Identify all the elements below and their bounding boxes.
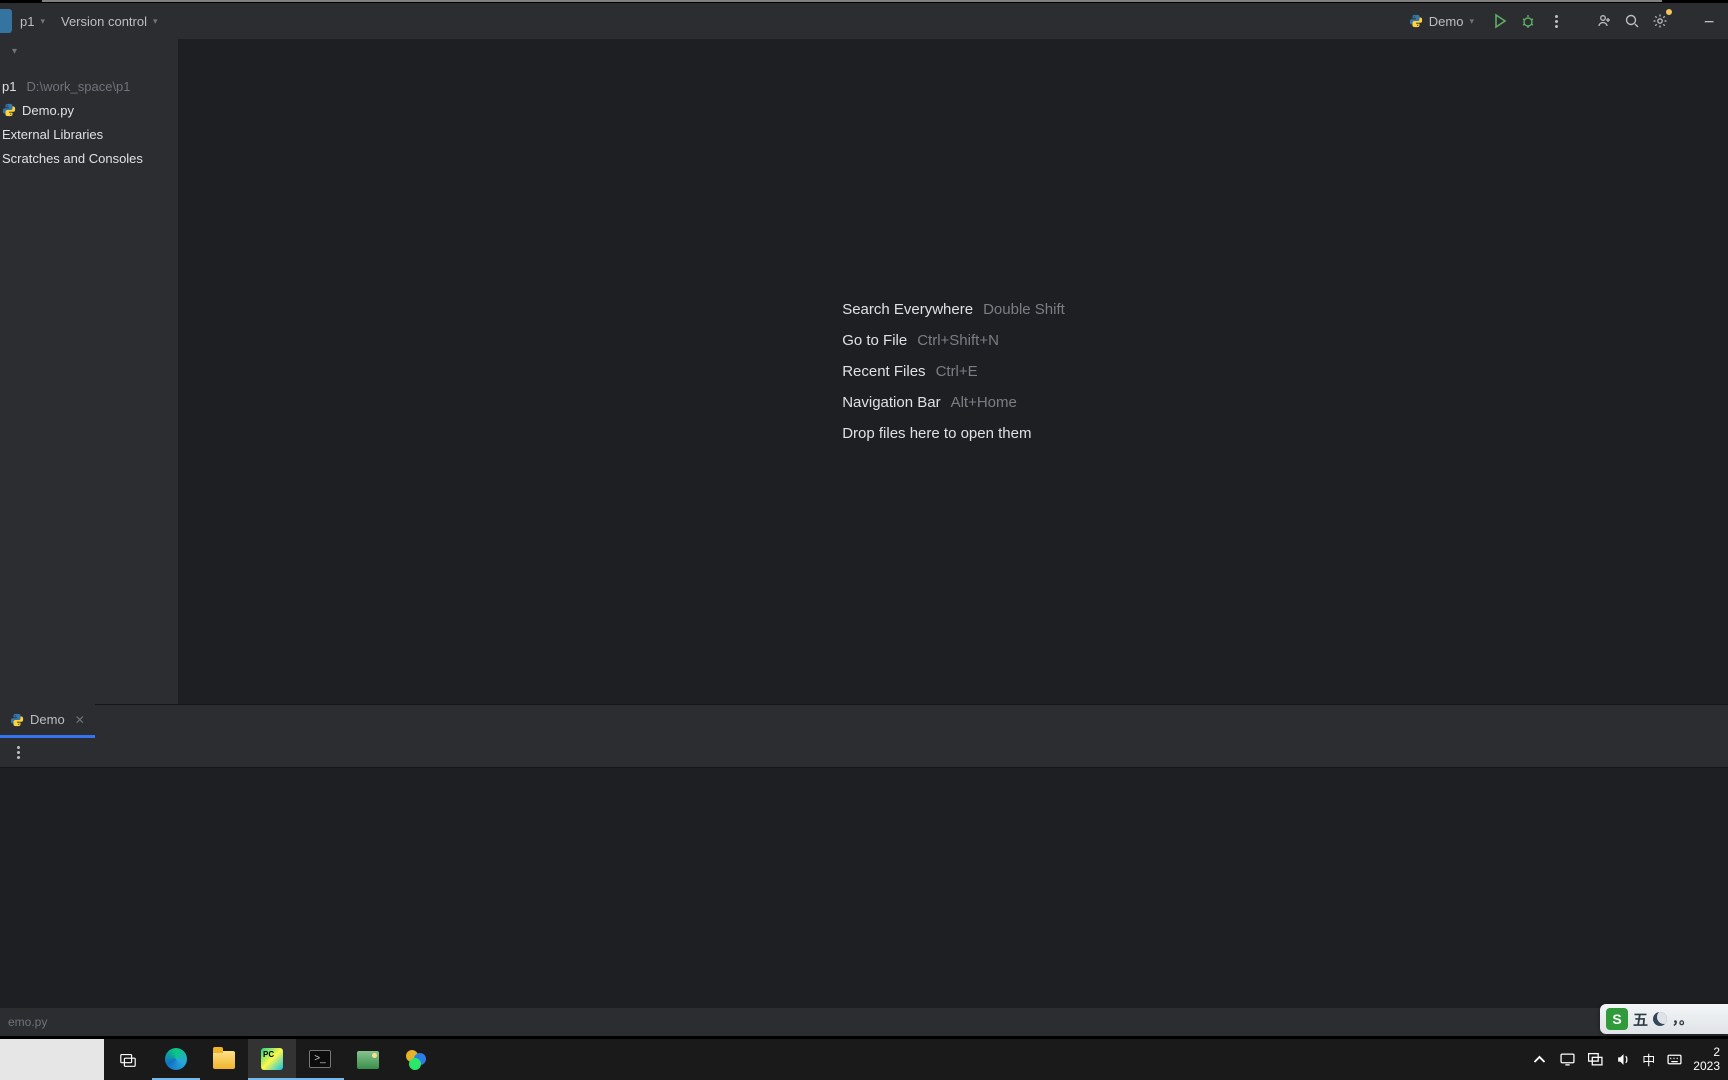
task-view-button[interactable] [104,1039,152,1080]
tree-row-file[interactable]: Demo.py [0,98,178,122]
hint-recent-files: Recent Files Ctrl+E [842,363,1065,380]
run-tab-label: Demo [30,712,65,727]
run-output-area[interactable] [0,768,1728,1008]
run-toolwindow-toolbar [0,738,1728,768]
terminal-icon: >_ [309,1050,331,1068]
vcs-menu-label: Version control [61,14,147,29]
taskbar-image-app-button[interactable] [344,1039,392,1080]
hint-shortcut: Alt+Home [951,394,1017,411]
python-file-icon [1409,14,1423,28]
taskbar-terminal-button[interactable]: >_ [296,1039,344,1080]
tree-root-path: D:\work_space\p1 [26,79,130,94]
vcs-menu[interactable]: Version control ▾ [53,10,166,33]
status-bar-file-path: emo.py [8,1015,47,1029]
editor-empty-state[interactable]: Search Everywhere Double Shift Go to Fil… [179,39,1728,704]
chevron-down-icon: ▾ [12,46,17,57]
hint-shortcut: Ctrl+E [936,363,978,380]
sogou-logo-icon: S [1606,1008,1628,1030]
settings-button[interactable] [1646,7,1674,35]
tray-volume-icon[interactable] [1614,1051,1632,1069]
python-file-icon [10,713,24,727]
tray-ime-keyboard-icon[interactable] [1665,1051,1683,1069]
pycharm-icon [261,1048,283,1070]
project-panel-header[interactable]: ▾ [0,39,178,64]
run-config-selector[interactable]: Demo ▾ [1401,11,1482,32]
edge-icon [165,1048,187,1070]
tree-root-name: p1 [2,79,16,94]
hint-label: Recent Files [842,363,925,380]
image-app-icon [357,1051,379,1069]
tree-row-scratches[interactable]: Scratches and Consoles [0,146,178,170]
ime-floating-bar[interactable]: S 五 ，。 [1600,1004,1728,1034]
hint-shortcut: Ctrl+Shift+N [917,332,999,349]
project-selector-label: p1 [20,14,34,29]
tree-row-project-root[interactable]: p1 D:\work_space\p1 [0,74,178,98]
ime-punct-label[interactable]: ，。 [1672,1009,1693,1029]
taskbar-rings-app-button[interactable] [392,1039,440,1080]
python-file-icon [2,103,16,117]
window-top-highlight [42,0,1662,2]
project-icon [0,9,12,33]
taskbar-pycharm-button[interactable] [248,1039,296,1080]
tree-file-name: Demo.py [22,103,74,118]
main-toolbar: p1 ▾ Version control ▾ Demo ▾ [0,3,1728,39]
hint-drop-files: Drop files here to open them [842,425,1065,442]
debug-button[interactable] [1514,7,1542,35]
code-with-me-button[interactable] [1590,7,1618,35]
chevron-down-icon: ▾ [1469,16,1474,27]
tray-time: 2 [1693,1046,1720,1059]
windows-taskbar: 搜索 >_ [0,1039,1728,1080]
vertical-dots-icon [17,746,20,759]
hint-label: Go to File [842,332,907,349]
hint-shortcut: Double Shift [983,301,1065,318]
system-tray: 中 2 2023 [1530,1046,1728,1072]
hint-go-to-file: Go to File Ctrl+Shift+N [842,332,1065,349]
ime-mode-label[interactable]: 五 [1633,1009,1648,1030]
tree-scratches-label: Scratches and Consoles [2,151,143,166]
moon-icon[interactable] [1653,1012,1667,1026]
tree-external-libs-label: External Libraries [2,127,103,142]
tray-date: 2023 [1693,1060,1720,1073]
taskbar-edge-button[interactable] [152,1039,200,1080]
tray-ime-language[interactable]: 中 [1642,1050,1655,1069]
close-tab-icon[interactable]: ✕ [75,713,85,727]
project-tree-sidebar: p1 D:\work_space\p1 Demo.py External Lib… [0,64,178,704]
run-button[interactable] [1486,7,1514,35]
hint-label: Search Everywhere [842,301,973,318]
tray-chevron-up-icon[interactable] [1530,1051,1548,1069]
hint-search-everywhere: Search Everywhere Double Shift [842,301,1065,318]
taskbar-explorer-button[interactable] [200,1039,248,1080]
rings-icon [406,1050,426,1070]
project-selector[interactable]: p1 ▾ [12,10,53,33]
tree-row-external-libraries[interactable]: External Libraries [0,122,178,146]
run-toolwindow-tabs: Demo ✕ [0,704,1728,738]
run-config-label: Demo [1429,14,1464,29]
status-bar: emo.py [0,1008,1728,1036]
folder-icon [213,1051,235,1069]
tray-monitor-icon[interactable] [1558,1051,1576,1069]
tray-clock[interactable]: 2 2023 [1693,1046,1720,1072]
search-everywhere-button[interactable] [1618,7,1646,35]
editor-placeholder-hints: Search Everywhere Double Shift Go to Fil… [842,301,1065,442]
hint-label: Navigation Bar [842,394,940,411]
run-tab-active[interactable]: Demo ✕ [0,704,95,738]
chevron-down-icon: ▾ [40,16,45,27]
run-toolbar-more-button[interactable] [8,743,28,763]
hint-navigation-bar: Navigation Bar Alt+Home [842,394,1065,411]
chevron-down-icon: ▾ [153,16,158,27]
taskbar-search-input[interactable]: 搜索 [0,1039,104,1080]
more-actions-button[interactable] [1542,7,1570,35]
tray-monitor-dup-icon[interactable] [1586,1051,1604,1069]
window-minimize-button[interactable] [1692,14,1728,28]
vertical-dots-icon [1555,15,1558,28]
